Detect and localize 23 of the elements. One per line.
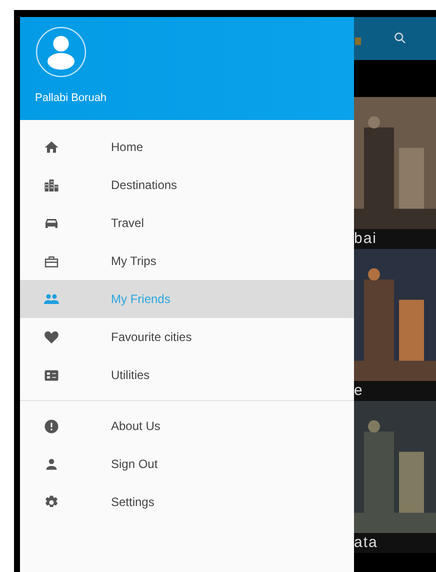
card-title: bai — [354, 229, 436, 249]
menu-item[interactable]: Sign Out — [20, 445, 354, 483]
heart-icon — [44, 330, 59, 344]
menu-item[interactable]: Travel — [20, 204, 354, 242]
menu-item[interactable]: My Trips — [20, 242, 354, 280]
people-icon — [44, 292, 59, 306]
menu-item[interactable]: Utilities — [20, 356, 354, 394]
card-title: e — [354, 381, 436, 401]
menu-item[interactable]: Favourite cities — [20, 318, 354, 356]
briefcase-icon — [44, 254, 59, 268]
card-title: ata — [354, 533, 436, 553]
buildings-icon — [44, 178, 59, 192]
user-name: Pallabi Boruah — [35, 92, 108, 104]
menu-item[interactable]: Settings — [20, 483, 354, 521]
menu-item[interactable]: Home — [20, 128, 354, 166]
avatar-icon[interactable] — [35, 26, 87, 78]
alert-icon — [44, 418, 59, 434]
home-icon — [44, 140, 59, 154]
dashboard-icon — [44, 368, 59, 382]
search-icon[interactable] — [394, 32, 407, 45]
settings-icon — [44, 494, 59, 510]
menu-item[interactable]: About Us — [20, 407, 354, 445]
menu-item[interactable]: Destinations — [20, 166, 354, 204]
